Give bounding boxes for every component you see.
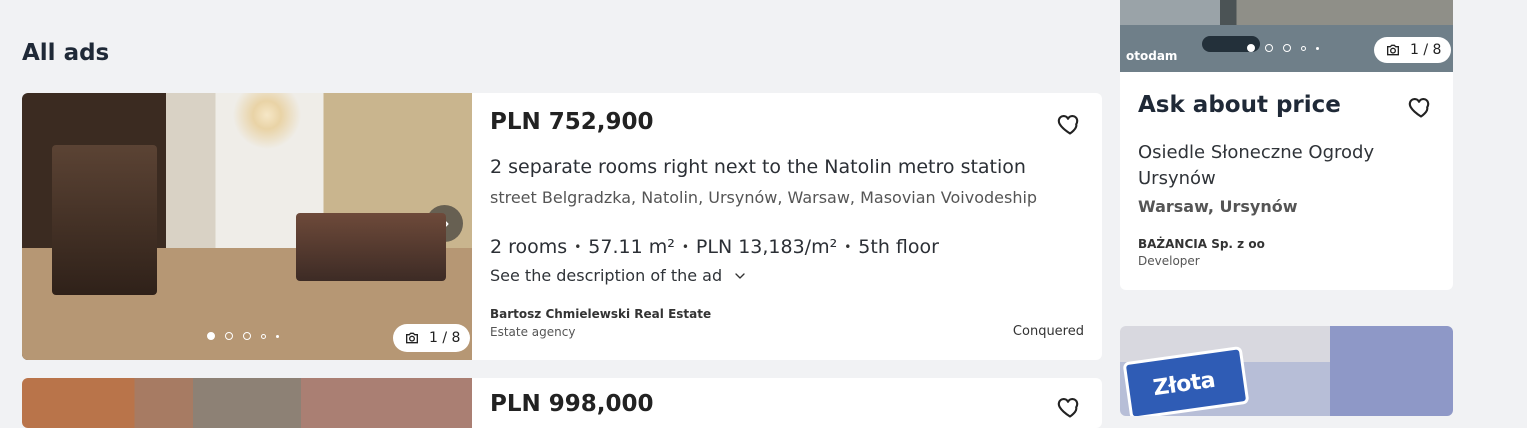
listing-card[interactable]: PLN 998,000 [22, 378, 1102, 428]
spec-separator: • [574, 240, 582, 254]
camera-icon [1387, 44, 1399, 56]
photo-dot[interactable] [1283, 44, 1291, 52]
favorite-button[interactable] [1056, 392, 1084, 424]
project-name[interactable]: Osiedle Słoneczne Ogrody Ursynów [1138, 140, 1428, 192]
listing-specs: 2 rooms • 57.11 m² • PLN 13,183/m² • 5th… [490, 236, 939, 258]
photo-dots[interactable] [207, 332, 279, 340]
photo-dot[interactable] [1265, 44, 1273, 52]
description-link[interactable]: See the description of the ad [490, 266, 748, 285]
developer-type: Developer [1138, 254, 1200, 268]
promo-image-top[interactable]: otodam 1 / 8 [1120, 0, 1453, 72]
photo-dot[interactable] [261, 333, 266, 339]
spec-area: 57.11 m² [588, 236, 675, 258]
otodam-logo: otodam [1126, 49, 1178, 63]
section-title: All ads [22, 40, 110, 66]
photo-dot[interactable] [1301, 45, 1306, 51]
spec-rooms: 2 rooms [490, 236, 568, 258]
listing-address: street Belgradzka, Natolin, Ursynów, War… [490, 188, 1038, 207]
listing-status: Conquered [1012, 324, 1084, 339]
listing-price: PLN 752,900 [490, 109, 654, 135]
listing-card[interactable]: 1 / 8 PLN 752,900 2 separate rooms right… [22, 93, 1102, 360]
listing-photo[interactable]: 1 / 8 [22, 93, 472, 360]
photo-counter[interactable]: 1 / 8 [393, 324, 471, 352]
developer-name[interactable]: BAŻANCIA Sp. z oo [1138, 237, 1265, 251]
photo-dot[interactable] [1316, 46, 1319, 50]
promo-dots[interactable] [1247, 44, 1319, 52]
chevron-right-icon [441, 218, 448, 229]
photo-dot[interactable] [276, 334, 279, 338]
photo-dot[interactable] [225, 332, 233, 340]
heart-icon [1408, 98, 1430, 118]
project-location: Warsaw, Ursynów [1138, 197, 1298, 216]
heart-icon [1057, 115, 1079, 135]
description-link-text: See the description of the ad [490, 266, 723, 285]
spec-separator: • [681, 240, 689, 254]
camera-icon [406, 332, 418, 344]
chevron-down-icon [735, 272, 745, 279]
photo-counter[interactable]: 1 / 8 [1374, 37, 1452, 63]
photo-counter-text: 1 / 8 [429, 330, 461, 346]
listing-info: PLN 752,900 2 separate rooms right next … [490, 93, 1102, 360]
next-photo-button[interactable] [426, 205, 463, 242]
spec-separator: • [844, 240, 852, 254]
promo-image-bottom[interactable]: Złota [1120, 326, 1453, 416]
photo-counter-text: 1 / 8 [1410, 42, 1442, 58]
spec-price-per-m2: PLN 13,183/m² [695, 236, 838, 258]
photo-dot[interactable] [1247, 44, 1255, 52]
agency-name[interactable]: Bartosz Chmielewski Real Estate [490, 307, 711, 321]
photo-dot[interactable] [207, 332, 215, 340]
ask-about-price-card[interactable]: Ask about price Osiedle Słoneczne Ogrody… [1120, 72, 1453, 290]
listing-price: PLN 998,000 [490, 391, 654, 417]
favorite-button[interactable] [1407, 92, 1435, 124]
spec-floor: 5th floor [858, 236, 939, 258]
favorite-button[interactable] [1056, 109, 1084, 141]
heart-icon [1057, 398, 1079, 418]
ask-about-price-title: Ask about price [1138, 92, 1341, 118]
listing-photo[interactable] [22, 378, 472, 428]
photo-dot[interactable] [243, 332, 251, 340]
agency-type: Estate agency [490, 325, 576, 339]
listing-title[interactable]: 2 separate rooms right next to the Natol… [490, 156, 1026, 178]
